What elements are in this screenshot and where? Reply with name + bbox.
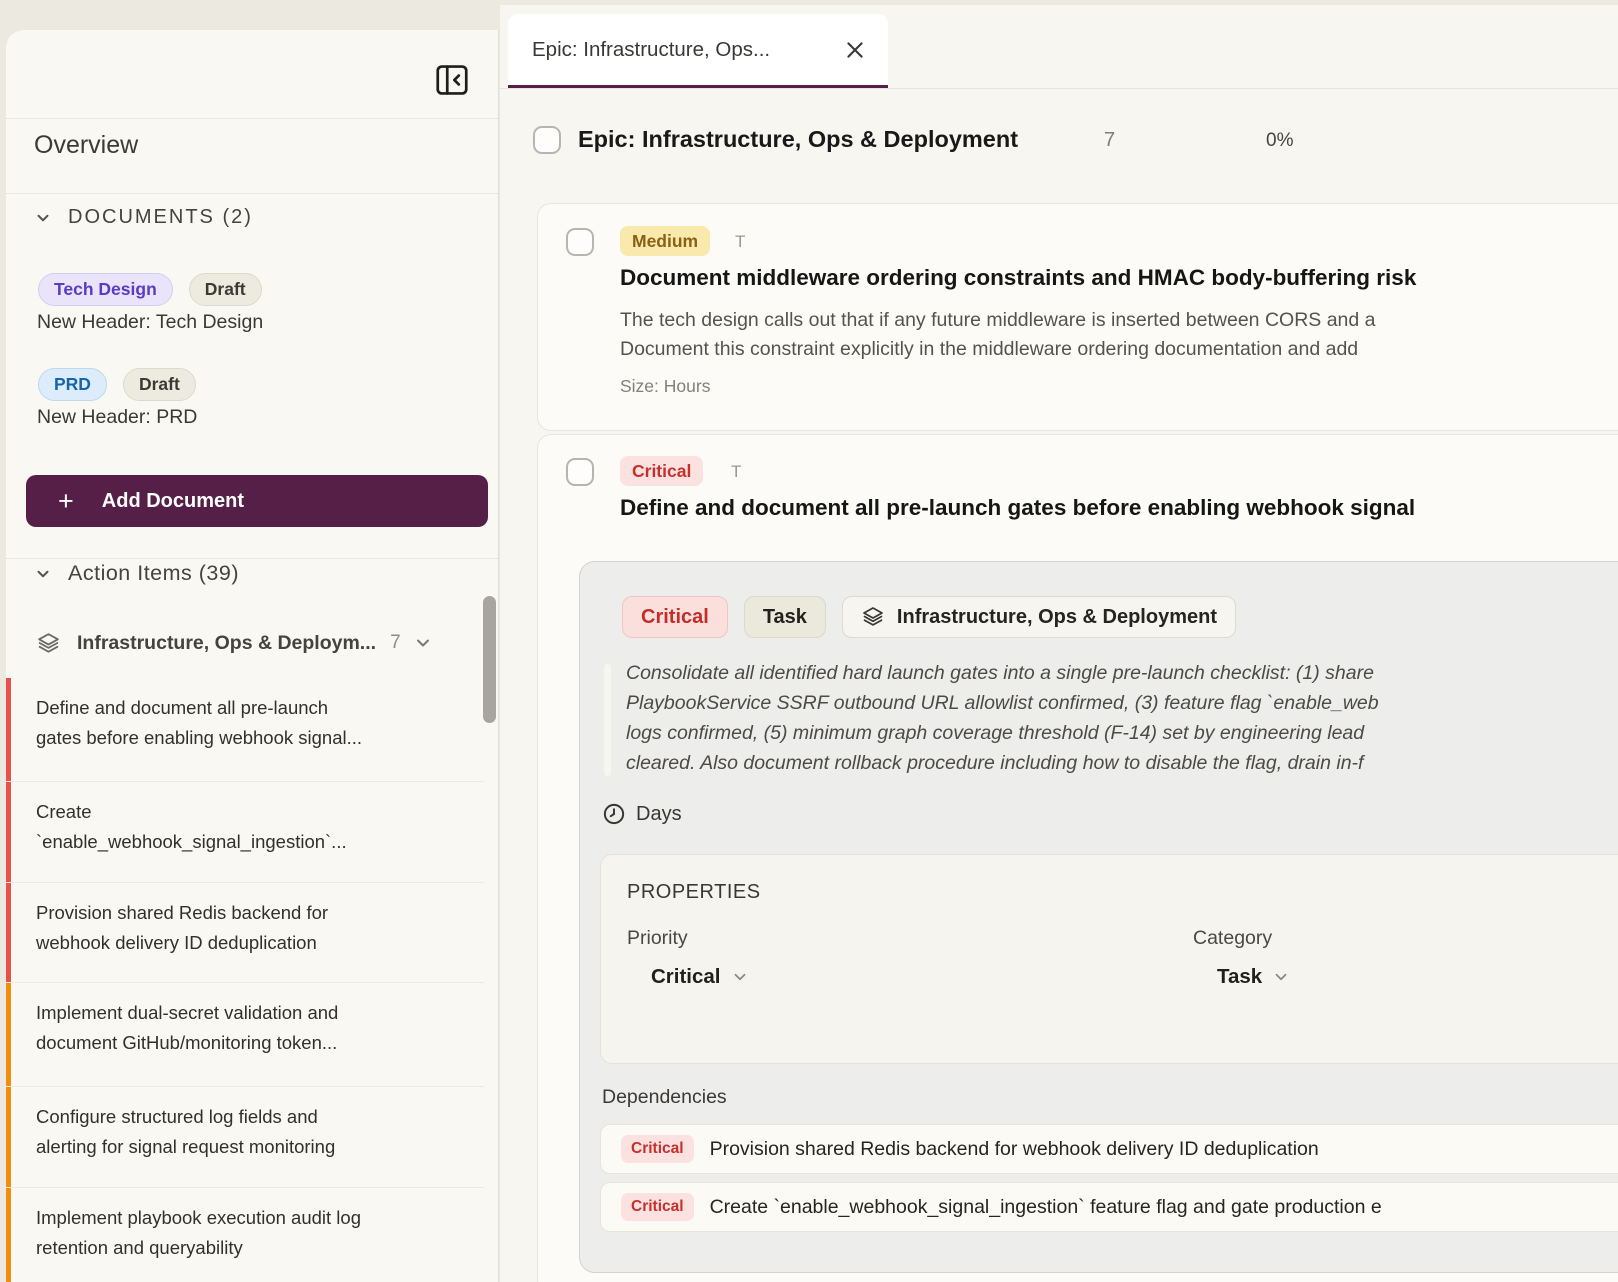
priority-label: Priority — [627, 927, 688, 950]
detail-description-line: logs confirmed, (5) minimum graph covera… — [626, 722, 1364, 745]
epic-group-label: Infrastructure, Ops & Deploym... — [77, 632, 376, 655]
doc-status-badge: Draft — [123, 368, 196, 401]
overview-heading: Overview — [34, 131, 138, 160]
priority-badge: Medium — [620, 226, 710, 256]
task-checkbox[interactable] — [566, 228, 594, 256]
task-description-line: The tech design calls out that if any fu… — [620, 306, 1376, 335]
tab-label: Epic: Infrastructure, Ops... — [532, 38, 770, 62]
size-row: Days — [602, 802, 682, 826]
sidebar-divider — [6, 558, 498, 559]
chevron-down-icon — [34, 565, 52, 583]
task-title: Document middleware ordering constraints… — [620, 265, 1416, 291]
documents-section-header[interactable]: DOCUMENTS (2) — [34, 206, 253, 229]
list-item[interactable]: Implement dual-secret validation anddocu… — [6, 983, 484, 1087]
task-card-expanded[interactable]: Critical T Define and document all pre-l… — [537, 434, 1618, 1282]
dependencies-label: Dependencies — [602, 1086, 727, 1109]
properties-header: PROPERTIES — [627, 881, 761, 904]
task-type-letter: T — [731, 462, 741, 482]
action-items-section-header[interactable]: Action Items (39) — [34, 561, 239, 586]
properties-box: PROPERTIES Priority Critical Category Ta… — [600, 854, 1618, 1064]
chevron-down-icon — [1272, 968, 1290, 986]
sidebar-divider — [6, 193, 498, 194]
document-item-title[interactable]: New Header: Tech Design — [37, 311, 263, 334]
doc-status-badge: Draft — [189, 273, 262, 306]
doc-type-badge: Tech Design — [38, 273, 173, 306]
collapse-sidebar-button[interactable] — [430, 58, 474, 102]
layers-icon — [36, 631, 61, 656]
action-items-list: Define and document all pre-launchgates … — [6, 678, 484, 1282]
priority-color-bar — [6, 1188, 11, 1282]
epic-checkbox[interactable] — [533, 126, 561, 154]
document-item-badges: Tech Design Draft — [38, 273, 262, 306]
priority-color-bar — [6, 678, 11, 781]
priority-pill: Critical — [622, 596, 728, 638]
task-title: Define and document all pre-launch gates… — [620, 495, 1415, 521]
layers-icon — [861, 605, 885, 629]
clock-icon — [602, 802, 626, 826]
add-document-button[interactable]: + Add Document — [26, 475, 488, 527]
category-label: Category — [1193, 927, 1272, 950]
category-dropdown[interactable]: Task — [1217, 965, 1290, 989]
priority-color-bar — [6, 1087, 11, 1187]
detail-description-line: Consolidate all identified hard launch g… — [626, 662, 1374, 685]
epic-pill-label: Infrastructure, Ops & Deployment — [897, 606, 1217, 629]
tabstrip-divider — [500, 88, 1618, 89]
priority-badge: Critical — [620, 456, 703, 486]
task-description-line: Document this constraint explicitly in t… — [620, 335, 1358, 364]
list-item[interactable]: Provision shared Redis backend forwebhoo… — [6, 883, 484, 983]
list-item[interactable]: Create`enable_webhook_signal_ingestion`.… — [6, 782, 484, 883]
dependency-row[interactable]: Critical Provision shared Redis backend … — [600, 1124, 1618, 1174]
task-card[interactable]: Medium T Document middleware ordering co… — [537, 203, 1618, 431]
detail-badges-row: Critical Task Infrastructure, Ops & Depl… — [622, 596, 1236, 638]
epic-group-count: 7 — [390, 632, 401, 654]
dependency-row[interactable]: Critical Create `enable_webhook_signal_i… — [600, 1182, 1618, 1232]
detail-description-line: cleared. Also document rollback procedur… — [626, 752, 1363, 775]
dependency-text: Create `enable_webhook_signal_ingestion`… — [710, 1196, 1382, 1219]
close-icon[interactable] — [844, 39, 866, 61]
action-items-section-label: Action Items (39) — [68, 561, 239, 586]
list-item[interactable]: Implement playbook execution audit logre… — [6, 1188, 484, 1282]
documents-section-label: DOCUMENTS (2) — [68, 206, 253, 229]
chevron-down-icon — [413, 633, 433, 653]
document-item-title[interactable]: New Header: PRD — [37, 406, 197, 429]
priority-color-bar — [6, 782, 11, 882]
add-document-label: Add Document — [102, 490, 244, 513]
epic-task-count: 7 — [1104, 129, 1115, 152]
plus-icon: + — [58, 488, 74, 515]
blockquote-bar — [604, 664, 611, 776]
tab-epic[interactable]: Epic: Infrastructure, Ops... — [508, 14, 888, 88]
epic-progress-percent: 0% — [1266, 130, 1293, 152]
document-item-badges: PRD Draft — [38, 368, 196, 401]
sidebar: Overview DOCUMENTS (2) Tech Design Draft… — [6, 30, 499, 1282]
detail-description-line: PlaybookService SSRF outbound URL allowl… — [626, 692, 1379, 715]
chevron-down-icon — [34, 209, 52, 227]
epic-pill: Infrastructure, Ops & Deployment — [842, 596, 1236, 638]
priority-color-bar — [6, 983, 11, 1086]
chevron-down-icon — [731, 968, 749, 986]
sidebar-divider — [6, 118, 498, 119]
epic-group-row[interactable]: Infrastructure, Ops & Deploym... 7 — [6, 620, 478, 666]
doc-type-badge: PRD — [38, 368, 107, 401]
dependency-priority-badge: Critical — [621, 1135, 694, 1163]
task-checkbox[interactable] — [566, 458, 594, 486]
size-value: Days — [636, 803, 682, 826]
category-pill: Task — [744, 596, 826, 638]
app-window: Overview DOCUMENTS (2) Tech Design Draft… — [0, 0, 1618, 1282]
dependency-text: Provision shared Redis backend for webho… — [710, 1138, 1319, 1161]
sidebar-scrollbar-thumb[interactable] — [483, 596, 496, 723]
list-item[interactable]: Define and document all pre-launchgates … — [6, 678, 484, 782]
task-detail-panel: Critical Task Infrastructure, Ops & Depl… — [579, 561, 1618, 1273]
priority-color-bar — [6, 883, 11, 982]
list-item[interactable]: Configure structured log fields andalert… — [6, 1087, 484, 1188]
panel-collapse-icon — [433, 61, 471, 99]
epic-title: Epic: Infrastructure, Ops & Deployment — [578, 126, 1018, 153]
task-type-letter: T — [735, 232, 745, 252]
dependency-priority-badge: Critical — [621, 1193, 694, 1221]
priority-dropdown[interactable]: Critical — [651, 965, 749, 989]
task-size-label: Size: Hours — [620, 376, 710, 397]
